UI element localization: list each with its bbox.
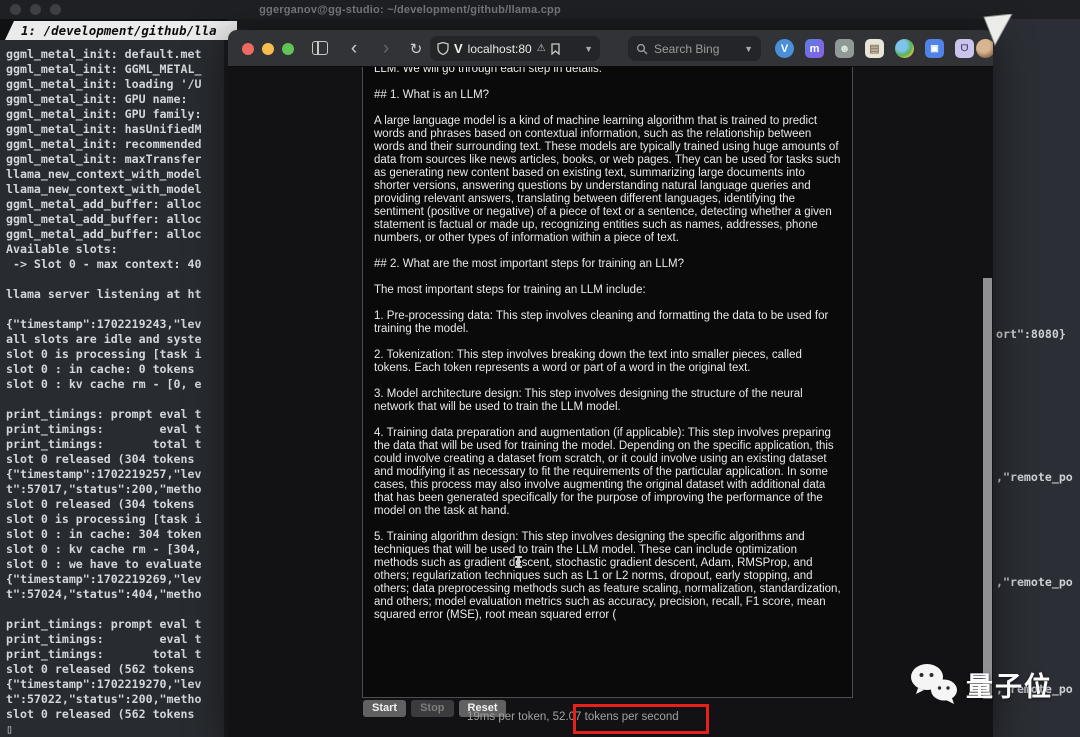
wechat-icon [910,663,958,705]
search-placeholder: Search Bing [654,42,719,56]
close-icon[interactable] [10,4,21,15]
terminal-titlebar: ggerganov@gg-studio: ~/development/githu… [0,0,1080,19]
step-item: 5. Training algorithm design: This step … [374,531,841,622]
watermark-label: 量子位 [966,665,1053,704]
terminal-log-line: ,"remote_po [996,470,1073,484]
stop-button[interactable]: Stop [411,700,453,717]
minimize-icon[interactable] [30,4,41,15]
output-intro-line: LLM. We will go through each step in det… [374,67,841,76]
section-body: The most important steps for training an… [374,284,841,297]
llm-output-panel[interactable]: LLM. We will go through each step in det… [362,67,853,698]
terminal-log-line: ,"remote_po [996,575,1073,589]
minimize-icon[interactable] [262,43,274,55]
mouse-cursor [983,14,1015,48]
extension-clipboard-icon[interactable]: ▤ [865,39,884,58]
qbitai-watermark: 量子位 [910,663,1053,705]
sidebar-toggle-icon[interactable] [312,41,328,55]
bookmark-icon[interactable] [551,43,560,55]
extension-sphere-icon[interactable] [895,39,914,58]
scrollbar-thumb[interactable] [983,278,992,699]
reload-icon[interactable]: ↻ [404,31,428,68]
tmux-status-bar: 1: /development/github/lla [0,19,228,40]
address-bar[interactable]: V localhost:80 ⚠ ▼ [430,36,600,61]
browser-window: ‹ › ↻ V localhost:80 ⚠ ▼ Se [228,30,993,737]
step-item: 1. Pre-processing data: This step involv… [374,310,841,336]
desktop: ggerganov@gg-studio: ~/development/githu… [0,0,1080,737]
dropdown-caret-icon[interactable]: ▼ [744,44,753,54]
zoom-icon[interactable] [282,43,294,55]
extension-people-icon[interactable]: ☻ [835,39,854,58]
timing-status: 19ms per token, 52.07 tokens per second [467,711,679,723]
step-item: 3. Model architecture design: This step … [374,388,841,414]
close-icon[interactable] [242,43,254,55]
terminal-pane-left[interactable]: ggml_metal_init: default.met ggml_metal_… [0,40,224,737]
extension-ghost-icon[interactable]: ᗜ [955,39,974,58]
terminal-traffic-lights[interactable] [10,4,61,15]
zoom-icon[interactable] [50,4,61,15]
timing-prefix: 19ms per token [467,711,546,723]
tokens-per-second: , 52.07 tokens per second [546,711,678,723]
browser-page: LLM. We will go through each step in det… [228,67,993,737]
section-body: A large language model is a kind of mach… [374,115,841,245]
terminal-log: ggml_metal_init: default.met ggml_metal_… [0,40,224,737]
warning-icon: ⚠ [537,43,546,54]
start-button[interactable]: Start [363,700,406,717]
dropdown-caret-icon[interactable]: ▼ [584,44,593,54]
vivaldi-v-icon: V [454,41,463,56]
search-icon [636,43,648,55]
back-icon[interactable]: ‹ [342,30,366,67]
step-item: 2. Tokenization: This step involves brea… [374,349,841,375]
section-heading: ## 2. What are the most important steps … [374,258,841,271]
terminal-window-title: ggerganov@gg-studio: ~/development/githu… [0,4,1080,16]
extension-card-lock-icon[interactable]: ▣ [925,39,944,58]
terminal-log-line: ort":8080} [996,327,1066,341]
shield-icon [437,42,449,55]
text-cursor [517,556,520,568]
search-field[interactable]: Search Bing ▼ [628,36,761,61]
section-heading: ## 1. What is an LLM? [374,89,841,102]
browser-toolbar: ‹ › ↻ V localhost:80 ⚠ ▼ Se [228,30,993,67]
browser-traffic-lights[interactable] [242,43,294,55]
forward-icon[interactable]: › [374,30,398,67]
url-text: localhost:80 [468,42,532,56]
tmux-tab[interactable]: 1: /development/github/lla [5,21,237,40]
extension-m-icon[interactable]: m [805,39,824,58]
extension-v-icon[interactable]: V [775,39,794,58]
step-item: 4. Training data preparation and augment… [374,427,841,518]
terminal-pane-right[interactable]: ort":8080} ,"remote_po ,"remote_po ,"rem… [992,19,1080,737]
